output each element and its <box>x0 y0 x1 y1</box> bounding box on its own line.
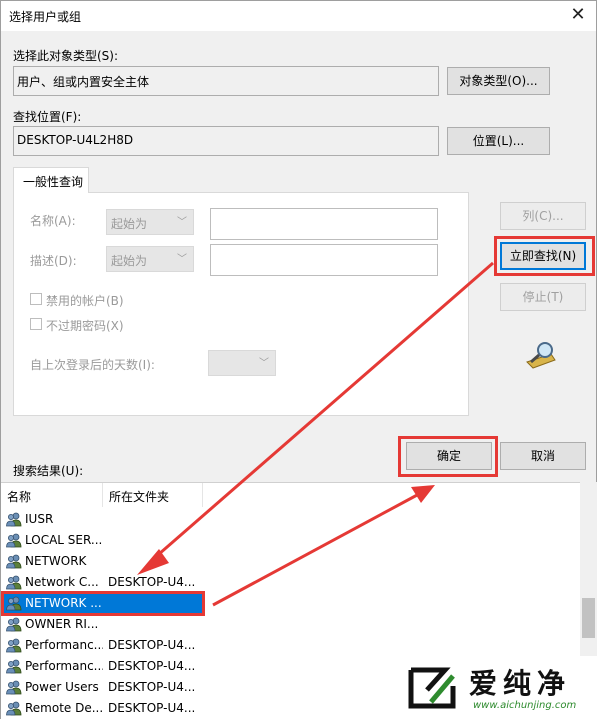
tab-general-queries[interactable]: 一般性查询 <box>13 167 89 193</box>
arrow-head <box>137 549 169 575</box>
arrow-head <box>411 485 435 503</box>
watermark-logo-icon <box>408 667 456 709</box>
watermark-url: www.aichunjing.com <box>473 700 577 711</box>
select-users-groups-dialog: 选择用户或组 ✕ 选择此对象类型(S): 用户、组或内置安全主体 对象类型(O)… <box>0 0 597 719</box>
annotation-arrows <box>137 261 494 607</box>
watermark-name: 爱纯净 <box>469 667 572 700</box>
arrow-line <box>212 492 420 607</box>
arrow-line <box>150 261 494 563</box>
watermark: 爱纯净 www.aichunjing.com <box>399 656 597 719</box>
